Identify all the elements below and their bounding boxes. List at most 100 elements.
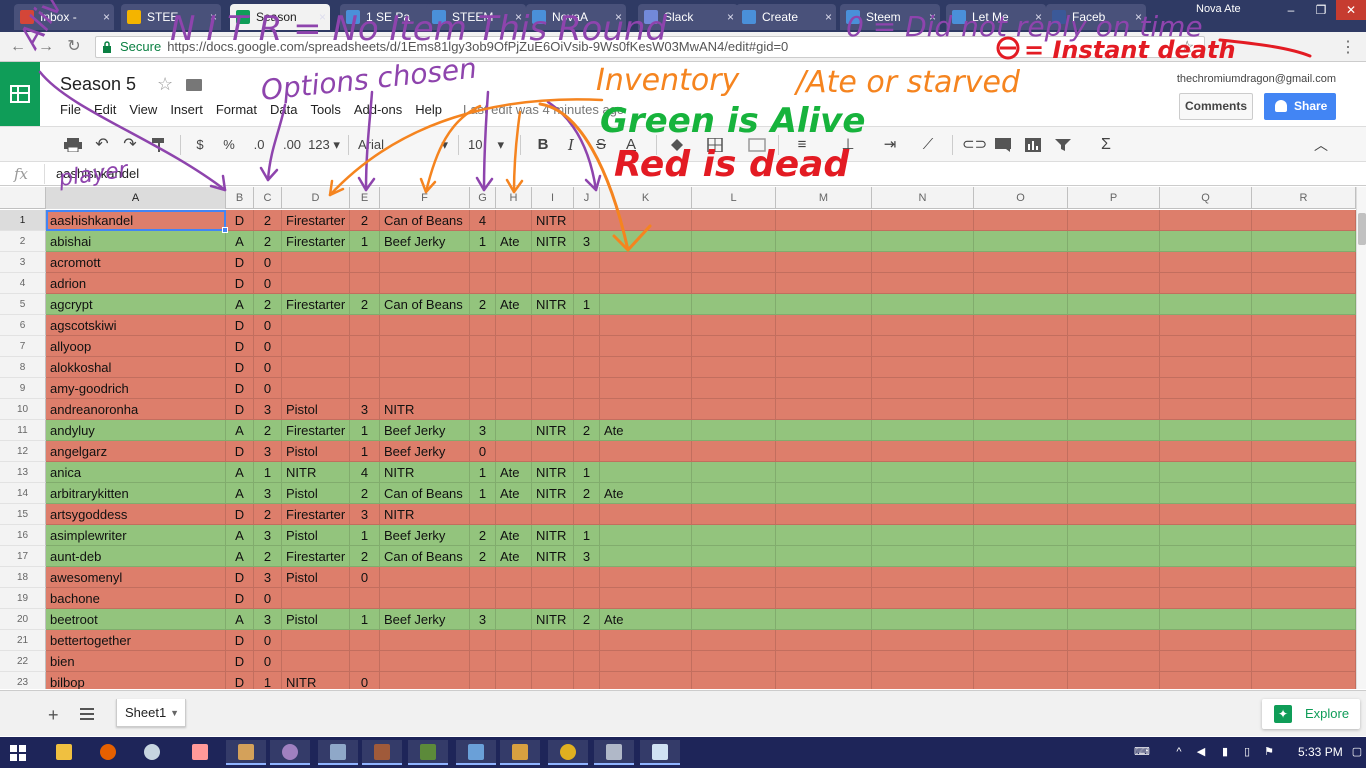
grid-cell[interactable]: D [226,315,254,336]
tab-close-icon[interactable]: × [727,4,734,30]
grid-cell[interactable] [1160,336,1252,357]
grid-cell[interactable]: D [226,588,254,609]
grid-cell[interactable]: A [226,609,254,630]
table-row[interactable]: 18 awesomenyl D 3 Pistol 0 [0,567,1356,588]
grid-cell[interactable] [1160,525,1252,546]
fill-color-icon[interactable] [668,138,686,152]
grid-cell[interactable] [1068,504,1160,525]
grid-cell[interactable] [496,651,532,672]
grid-cell[interactable] [974,336,1068,357]
grid-cell[interactable] [574,399,600,420]
grid-cell[interactable] [872,651,974,672]
grid-cell[interactable] [692,546,776,567]
grid-cell[interactable] [496,630,532,651]
grid-cell[interactable] [574,252,600,273]
grid-cell[interactable]: Firestarter [282,504,350,525]
grid-cell[interactable]: 2 [350,483,380,504]
grid-cell[interactable] [600,567,692,588]
grid-cell[interactable]: 0 [254,588,282,609]
grid-cell[interactable]: 3 [470,609,496,630]
grid-cell[interactable] [574,504,600,525]
grid-cell[interactable] [1252,630,1356,651]
insert-link-icon[interactable]: ⊂⊃ [962,136,987,154]
grid-cell[interactable]: 2 [254,504,282,525]
grid-cell[interactable]: D [226,378,254,399]
grid-cell[interactable] [1160,630,1252,651]
grid-cell[interactable] [1068,525,1160,546]
grid-cell[interactable] [1068,567,1160,588]
text-rotation-icon[interactable]: ⟋ [918,136,938,154]
grid-cell[interactable]: NITR [380,399,470,420]
table-row[interactable]: 6 agscotskiwi D 0 [0,315,1356,336]
grid-cell[interactable]: bien [46,651,226,672]
tab-close-icon[interactable]: × [103,4,110,30]
grid-cell[interactable] [496,378,532,399]
grid-cell[interactable] [974,609,1068,630]
grid-cell[interactable] [776,462,872,483]
grid-cell[interactable] [692,462,776,483]
grid-cell[interactable] [776,378,872,399]
grid-cell[interactable] [380,588,470,609]
grid-cell[interactable] [532,504,574,525]
grid-cell[interactable]: Pistol [282,609,350,630]
grid-cell[interactable] [776,609,872,630]
grid-cell[interactable]: Ate [600,609,692,630]
align-left-icon[interactable]: ≡ [792,136,812,154]
grid-cell[interactable] [872,210,974,231]
grid-cell[interactable] [380,252,470,273]
grid-cell[interactable]: NITR [282,672,350,689]
grid-cell[interactable] [1160,504,1252,525]
browser-tab[interactable]: NovaA × [526,4,626,30]
grid-cell[interactable]: 2 [574,609,600,630]
grid-cell[interactable] [350,273,380,294]
grid-cell[interactable] [532,252,574,273]
row-number[interactable]: 11 [0,420,46,441]
tab-close-icon[interactable]: × [1135,4,1142,30]
grid-cell[interactable] [1068,483,1160,504]
column-header[interactable]: E [350,187,380,209]
grid-cell[interactable]: Pistol [282,525,350,546]
grid-cell[interactable] [532,651,574,672]
row-number[interactable]: 6 [0,315,46,336]
grid-cell[interactable] [872,672,974,689]
grid-cell[interactable] [350,378,380,399]
grid-cell[interactable]: Beef Jerky [380,420,470,441]
grid-cell[interactable] [1252,294,1356,315]
grid-cell[interactable] [532,441,574,462]
grid-cell[interactable]: Can of Beans [380,546,470,567]
grid-cell[interactable]: 3 [254,525,282,546]
keyboard-icon[interactable]: ⌨ [1132,745,1152,759]
grid-cell[interactable] [1068,651,1160,672]
grid-cell[interactable]: aunt-deb [46,546,226,567]
grid-cell[interactable]: Ate [496,294,532,315]
grid-cell[interactable] [1252,567,1356,588]
table-row[interactable]: 5 agcrypt A 2 Firestarter 2 Can of Beans 2 Ate NI… [0,294,1356,315]
grid-cell[interactable] [776,441,872,462]
firefox-icon[interactable] [88,740,128,765]
grid-cell[interactable] [532,588,574,609]
table-row[interactable]: 10 andreanoronha D 3 Pistol 3 NITR [0,399,1356,420]
grid-cell[interactable]: NITR [532,231,574,252]
app-icon[interactable] [500,740,540,765]
grid-cell[interactable] [600,546,692,567]
grid-cell[interactable] [974,357,1068,378]
grid-cell[interactable] [872,525,974,546]
currency-format-button[interactable]: $ [192,136,208,154]
grid-cell[interactable] [282,651,350,672]
grid-cell[interactable] [1160,483,1252,504]
share-button[interactable]: Share [1264,93,1336,120]
grid-cell[interactable] [1252,504,1356,525]
grid-cell[interactable]: aashishkandel [46,210,226,231]
grid-cell[interactable]: agscotskiwi [46,315,226,336]
grid-cell[interactable] [692,252,776,273]
column-header[interactable]: R [1252,187,1356,209]
grid-cell[interactable] [350,315,380,336]
grid-cell[interactable] [872,588,974,609]
grid-cell[interactable] [1068,273,1160,294]
grid-cell[interactable]: 3 [574,231,600,252]
insert-chart-icon[interactable] [1024,138,1042,152]
grid-cell[interactable]: 1 [470,462,496,483]
grid-cell[interactable] [1252,672,1356,689]
grid-cell[interactable] [974,672,1068,689]
italic-button[interactable]: I [562,136,580,154]
